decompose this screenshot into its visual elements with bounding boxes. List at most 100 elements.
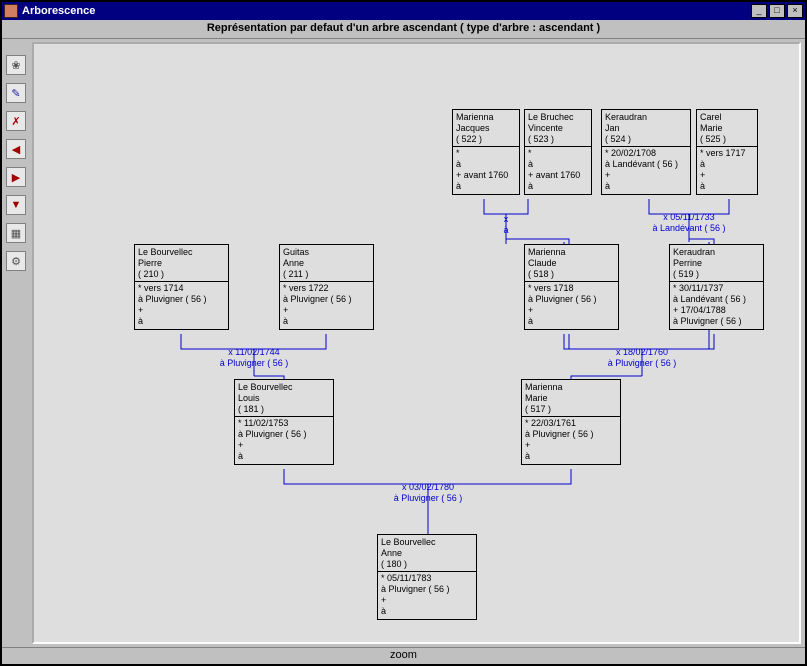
birth-line: * 11/02/1753 bbox=[238, 418, 330, 429]
footer-zoom-label: zoom bbox=[2, 647, 805, 664]
birth-place: à Pluvigner ( 56 ) bbox=[238, 429, 330, 440]
death-line: + bbox=[238, 440, 330, 451]
surname: Keraudran bbox=[673, 247, 760, 258]
marriage-label: x 11/02/1744 à Pluvigner ( 56 ) bbox=[194, 347, 314, 369]
person-id: ( 210 ) bbox=[138, 269, 225, 280]
birth-line: * vers 1722 bbox=[283, 283, 370, 294]
surname: Marienna bbox=[528, 247, 615, 258]
page-title: Représentation par defaut d'un arbre asc… bbox=[2, 20, 805, 39]
death-line: + bbox=[528, 305, 615, 316]
person-box[interactable]: Keraudran Jan ( 524 ) * 20/02/1708 à Lan… bbox=[601, 109, 691, 195]
maximize-button[interactable]: □ bbox=[769, 4, 785, 18]
surname: Le Bourvellec bbox=[381, 537, 473, 548]
birth-place: à Landévant ( 56 ) bbox=[605, 159, 687, 170]
marriage-label: x 18/02/1760 à Pluvigner ( 56 ) bbox=[582, 347, 702, 369]
death-place: à bbox=[700, 181, 754, 192]
person-box[interactable]: Le Bruchec Vincente ( 523 ) * à + avant … bbox=[524, 109, 592, 195]
death-place: à bbox=[528, 316, 615, 327]
birth-place: à bbox=[456, 159, 516, 170]
death-place: à bbox=[528, 181, 588, 192]
given-name: Jacques bbox=[456, 123, 516, 134]
person-remove-icon[interactable]: ✗ bbox=[6, 111, 26, 131]
death-place: à Pluvigner ( 56 ) bbox=[673, 316, 760, 327]
person-box-root[interactable]: Le Bourvellec Anne ( 180 ) * 05/11/1783 … bbox=[377, 534, 477, 620]
given-name: Anne bbox=[283, 258, 370, 269]
tree-root-icon[interactable]: ❀ bbox=[6, 55, 26, 75]
person-id: ( 523 ) bbox=[528, 134, 588, 145]
death-place: à bbox=[525, 451, 617, 462]
given-name: Jan bbox=[605, 123, 687, 134]
given-name: Louis bbox=[238, 393, 330, 404]
birth-line: * vers 1714 bbox=[138, 283, 225, 294]
death-place: à bbox=[456, 181, 516, 192]
tree-canvas[interactable]: Marienna Jacques ( 522 ) * à + avant 176… bbox=[32, 42, 801, 644]
birth-line: * vers 1718 bbox=[528, 283, 615, 294]
birth-line: * 30/11/1737 bbox=[673, 283, 760, 294]
person-box[interactable]: Guitas Anne ( 211 ) * vers 1722 à Pluvig… bbox=[279, 244, 374, 330]
birth-line: * vers 1717 bbox=[700, 148, 754, 159]
death-place: à bbox=[605, 181, 687, 192]
marriage-label: x 05/11/1733 à Landévant ( 56 ) bbox=[629, 212, 749, 234]
app-window: Arborescence _ □ × Représentation par de… bbox=[0, 0, 807, 666]
birth-line: * 05/11/1783 bbox=[381, 573, 473, 584]
person-id: ( 525 ) bbox=[700, 134, 754, 145]
person-box[interactable]: Le Bourvellec Pierre ( 210 ) * vers 1714… bbox=[134, 244, 229, 330]
birth-line: * 20/02/1708 bbox=[605, 148, 687, 159]
person-right-icon[interactable]: ▶ bbox=[6, 167, 26, 187]
person-box[interactable]: Carel Marie ( 525 ) * vers 1717 à + à bbox=[696, 109, 758, 195]
person-box[interactable]: Le Bourvellec Louis ( 181 ) * 11/02/1753… bbox=[234, 379, 334, 465]
minimize-button[interactable]: _ bbox=[751, 4, 767, 18]
person-id: ( 519 ) bbox=[673, 269, 760, 280]
birth-place: à Pluvigner ( 56 ) bbox=[381, 584, 473, 595]
person-id: ( 180 ) bbox=[381, 559, 473, 570]
birth-place: à bbox=[700, 159, 754, 170]
surname: Le Bourvellec bbox=[138, 247, 225, 258]
edit-icon[interactable]: ✎ bbox=[6, 83, 26, 103]
main-area: ❀ ✎ ✗ ◀ ▶ ▼ ▦ ⚙ bbox=[2, 39, 805, 647]
death-place: à bbox=[138, 316, 225, 327]
person-down-icon[interactable]: ▼ bbox=[6, 195, 26, 215]
given-name: Marie bbox=[700, 123, 754, 134]
death-place: à bbox=[381, 606, 473, 617]
death-line: + bbox=[525, 440, 617, 451]
person-box[interactable]: Marienna Jacques ( 522 ) * à + avant 176… bbox=[452, 109, 520, 195]
death-place: à bbox=[238, 451, 330, 462]
death-line: + avant 1760 bbox=[528, 170, 588, 181]
person-id: ( 522 ) bbox=[456, 134, 516, 145]
person-box[interactable]: Marienna Marie ( 517 ) * 22/03/1761 à Pl… bbox=[521, 379, 621, 465]
birth-line: * bbox=[528, 148, 588, 159]
given-name: Pierre bbox=[138, 258, 225, 269]
death-line: + bbox=[700, 170, 754, 181]
person-id: ( 517 ) bbox=[525, 404, 617, 415]
birth-place: à Pluvigner ( 56 ) bbox=[283, 294, 370, 305]
surname: Carel bbox=[700, 112, 754, 123]
birth-place: à bbox=[528, 159, 588, 170]
birth-line: * 22/03/1761 bbox=[525, 418, 617, 429]
person-box[interactable]: Marienna Claude ( 518 ) * vers 1718 à Pl… bbox=[524, 244, 619, 330]
surname: Marienna bbox=[525, 382, 617, 393]
given-name: Vincente bbox=[528, 123, 588, 134]
app-icon bbox=[4, 4, 18, 18]
person-id: ( 211 ) bbox=[283, 269, 370, 280]
birth-place: à Landévant ( 56 ) bbox=[673, 294, 760, 305]
given-name: Anne bbox=[381, 548, 473, 559]
given-name: Perrine bbox=[673, 258, 760, 269]
surname: Le Bourvellec bbox=[238, 382, 330, 393]
given-name: Claude bbox=[528, 258, 615, 269]
person-left-icon[interactable]: ◀ bbox=[6, 139, 26, 159]
death-line: + bbox=[381, 595, 473, 606]
person-box[interactable]: Keraudran Perrine ( 519 ) * 30/11/1737 à… bbox=[669, 244, 764, 330]
surname: Le Bruchec bbox=[528, 112, 588, 123]
person-id: ( 524 ) bbox=[605, 134, 687, 145]
close-button[interactable]: × bbox=[787, 4, 803, 18]
window-buttons: _ □ × bbox=[751, 4, 803, 18]
marriage-label: x à bbox=[446, 214, 566, 236]
surname: Marienna bbox=[456, 112, 516, 123]
table-icon[interactable]: ▦ bbox=[6, 223, 26, 243]
death-line: + bbox=[283, 305, 370, 316]
settings-icon[interactable]: ⚙ bbox=[6, 251, 26, 271]
surname: Guitas bbox=[283, 247, 370, 258]
birth-place: à Pluvigner ( 56 ) bbox=[138, 294, 225, 305]
death-place: à bbox=[283, 316, 370, 327]
titlebar[interactable]: Arborescence _ □ × bbox=[2, 2, 805, 20]
